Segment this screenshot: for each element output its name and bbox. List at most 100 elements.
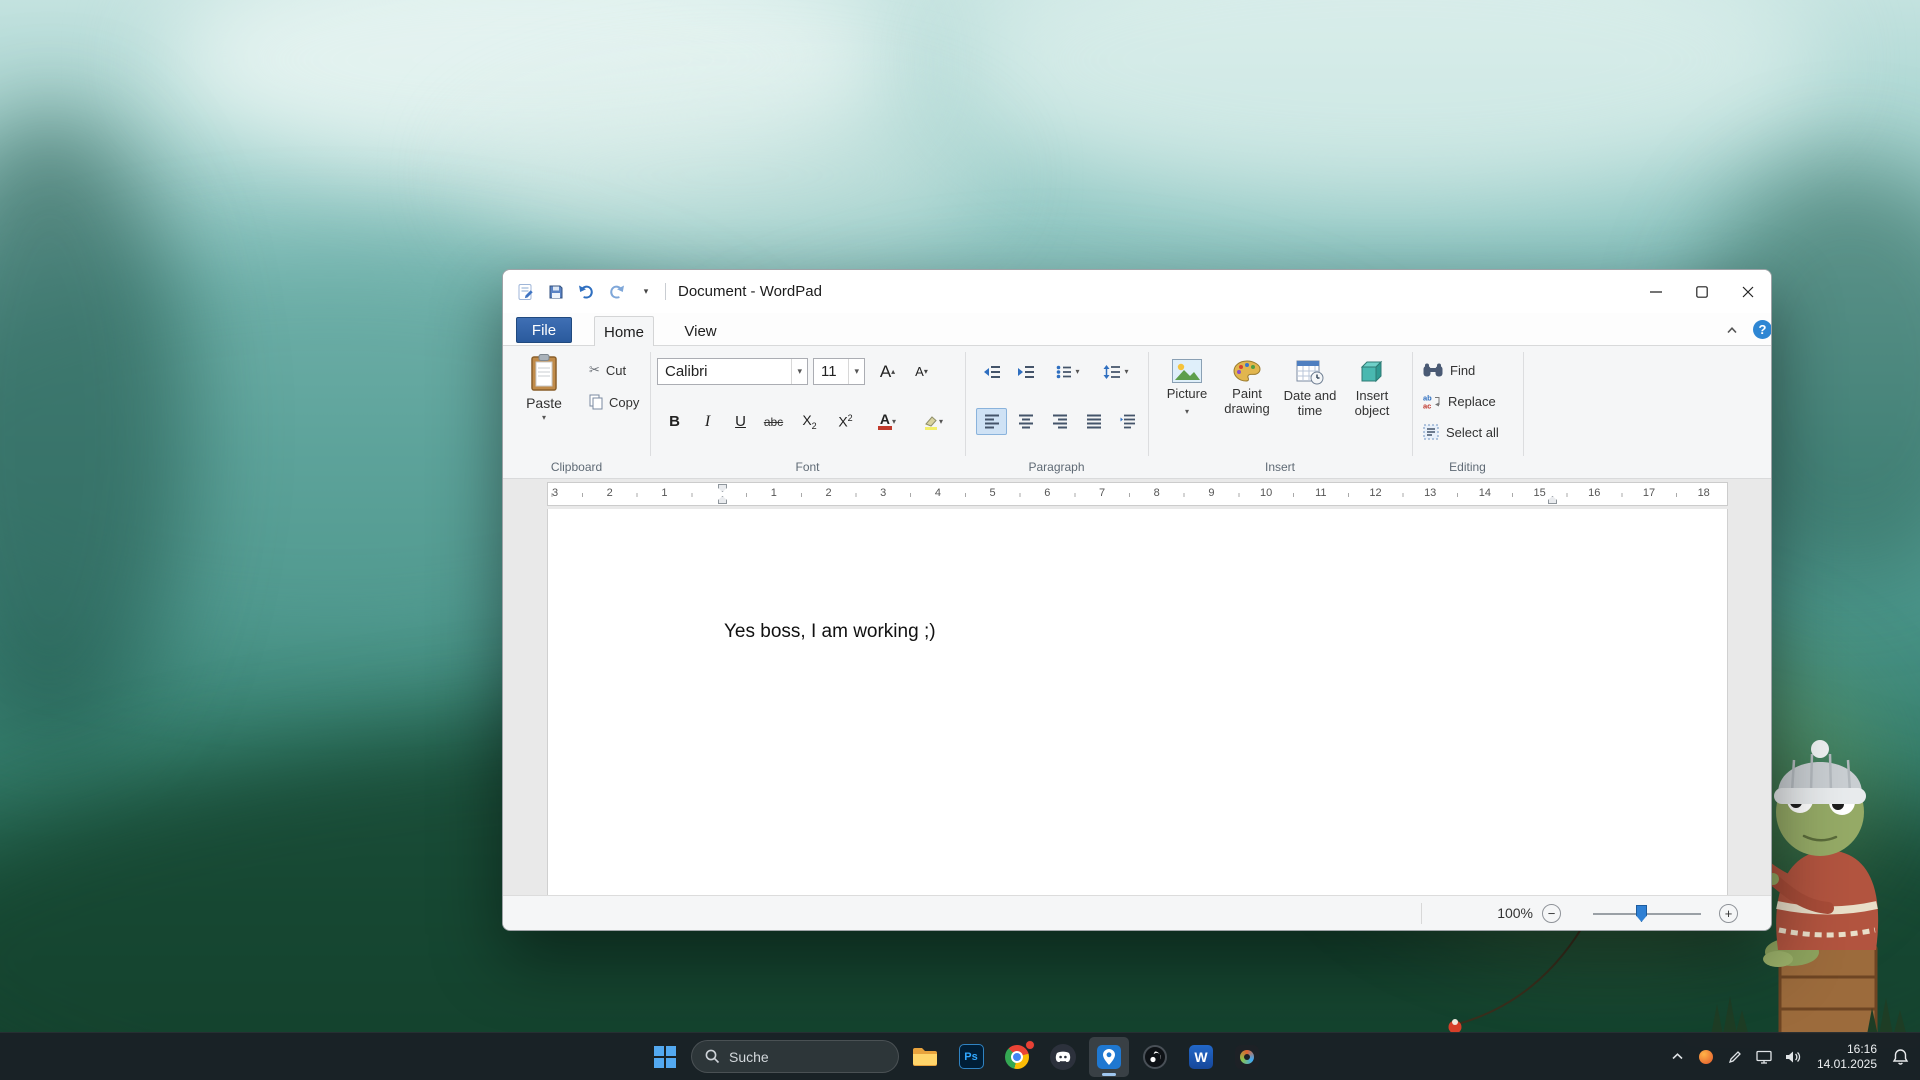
first-line-indent-marker[interactable] <box>718 484 727 492</box>
strikethrough-button[interactable]: abc <box>758 408 789 435</box>
paragraph-dialog-button[interactable] <box>1112 408 1143 435</box>
titlebar[interactable]: ▾ Document - WordPad <box>503 270 1771 313</box>
chevron-up-icon <box>1727 327 1737 334</box>
tray-app-icon[interactable] <box>1693 1037 1720 1077</box>
insert-object-button[interactable]: Insert object <box>1344 352 1400 466</box>
ruler-number: 2 <box>825 487 831 499</box>
paint-palette-icon <box>1233 359 1261 383</box>
taskbar-app-obs[interactable] <box>1135 1037 1175 1077</box>
zoom-slider-handle[interactable] <box>1636 905 1647 922</box>
paste-button[interactable]: Paste ▾ <box>519 352 569 462</box>
taskbar-search[interactable]: Suche <box>691 1040 899 1073</box>
ruler-number: 8 <box>1154 487 1160 499</box>
ruler-number: 17 <box>1643 487 1655 499</box>
group-label-clipboard: Clipboard <box>503 460 650 474</box>
cloud-shape <box>960 0 1820 200</box>
zoom-slider[interactable] <box>1593 904 1701 923</box>
customize-quick-access-button[interactable]: ▾ <box>635 279 657 305</box>
grow-font-button[interactable]: A▴ <box>872 358 903 385</box>
ruler-number: 3 <box>552 487 558 499</box>
underline-button[interactable]: U <box>725 408 756 435</box>
decrease-indent-button[interactable] <box>976 358 1007 385</box>
align-right-button[interactable] <box>1044 408 1075 435</box>
minimize-button[interactable] <box>1633 270 1679 313</box>
map-pin-icon <box>1097 1045 1121 1069</box>
justify-button[interactable] <box>1078 408 1109 435</box>
tab-file[interactable]: File <box>516 317 572 343</box>
redo-button[interactable] <box>605 279 627 305</box>
bold-button[interactable]: B <box>659 408 690 435</box>
caret-down-icon: ▾ <box>924 367 928 376</box>
caret-down-icon: ▾ <box>1075 367 1079 376</box>
subscript-button[interactable]: X2 <box>794 408 825 435</box>
svg-text:ac: ac <box>1423 401 1431 409</box>
taskbar-app-game[interactable] <box>1227 1037 1267 1077</box>
pen-icon <box>1728 1050 1742 1064</box>
cut-button[interactable]: ✂ Cut <box>589 358 626 382</box>
taskbar-app-active-pin[interactable] <box>1089 1037 1129 1077</box>
align-left-button[interactable] <box>976 408 1007 435</box>
line-spacing-icon <box>1103 365 1121 379</box>
italic-button[interactable]: I <box>692 408 723 435</box>
zoom-in-button[interactable]: + <box>1719 904 1738 923</box>
ruler-number: 9 <box>1208 487 1214 499</box>
help-button[interactable]: ? <box>1753 320 1772 339</box>
date-and-time-button[interactable]: Date and time <box>1279 352 1341 466</box>
start-button[interactable] <box>645 1037 685 1077</box>
caret-down-icon: ▾ <box>542 413 546 422</box>
obs-icon <box>1143 1045 1167 1069</box>
line-spacing-button[interactable]: ▾ <box>1095 358 1137 385</box>
font-size-select[interactable]: 11 ▾ <box>813 358 865 385</box>
caret-down-icon: ▾ <box>939 417 943 426</box>
font-color-button[interactable]: A ▾ <box>866 408 908 435</box>
ruler-ticks <box>548 493 1727 497</box>
group-label-font: Font <box>650 460 965 474</box>
document-text[interactable]: Yes boss, I am working ;) <box>724 621 936 643</box>
taskbar-app-discord[interactable] <box>1043 1037 1083 1077</box>
hanging-indent-marker[interactable] <box>718 496 727 504</box>
ruler-number: 10 <box>1260 487 1272 499</box>
save-button[interactable] <box>545 279 567 305</box>
document-page[interactable]: Yes boss, I am working ;) <box>547 509 1728 897</box>
highlight-color-button[interactable]: ▾ <box>912 408 954 435</box>
font-family-select[interactable]: Calibri ▾ <box>657 358 808 385</box>
tab-home[interactable]: Home <box>594 316 654 347</box>
close-button[interactable] <box>1725 270 1771 313</box>
ruler-number: 15 <box>1533 487 1545 499</box>
shrink-font-button[interactable]: A▾ <box>906 358 937 385</box>
bullets-button[interactable]: ▾ <box>1046 358 1090 385</box>
maximize-button[interactable] <box>1679 270 1725 313</box>
taskbar-app-photoshop[interactable]: Ps <box>951 1037 991 1077</box>
paint-drawing-button[interactable]: Paint drawing <box>1218 352 1276 466</box>
right-indent-marker[interactable] <box>1548 496 1557 504</box>
insert-picture-button[interactable]: Picture ▾ <box>1160 352 1214 466</box>
taskbar-app-chrome[interactable] <box>997 1037 1037 1077</box>
caret-down-icon: ▾ <box>644 286 649 297</box>
align-center-button[interactable] <box>1010 408 1041 435</box>
replace-button[interactable]: ab ac Replace <box>1423 390 1496 412</box>
tray-colored-dot-icon <box>1699 1050 1713 1064</box>
notification-bell-button[interactable] <box>1887 1037 1914 1077</box>
bullet-list-icon <box>1056 365 1072 379</box>
taskbar-clock[interactable]: 16:16 14.01.2025 <box>1809 1042 1885 1072</box>
taskbar-app-word[interactable]: W <box>1181 1037 1221 1077</box>
minimize-icon <box>1650 286 1662 298</box>
tab-view[interactable]: View <box>673 316 728 347</box>
window-controls <box>1633 270 1771 313</box>
undo-button[interactable] <box>575 279 597 305</box>
document-area: Yes boss, I am working ;) <box>503 509 1771 897</box>
tray-pen-icon-button[interactable] <box>1722 1037 1749 1077</box>
increase-indent-button[interactable] <box>1010 358 1041 385</box>
decrease-indent-icon <box>983 365 1001 379</box>
find-button[interactable]: Find <box>1423 359 1475 381</box>
tray-display-button[interactable] <box>1751 1037 1778 1077</box>
select-all-button[interactable]: Select all <box>1423 421 1499 443</box>
copy-button[interactable]: Copy <box>589 390 639 414</box>
taskbar-app-explorer[interactable] <box>905 1037 945 1077</box>
tray-show-hidden-icons[interactable] <box>1664 1037 1691 1077</box>
zoom-out-button[interactable]: − <box>1542 904 1561 923</box>
tray-volume-button[interactable] <box>1780 1037 1807 1077</box>
taskbar-center: Suche Ps <box>645 1033 1267 1080</box>
superscript-button[interactable]: X2 <box>830 408 861 435</box>
ribbon-collapse-button[interactable] <box>1721 322 1743 338</box>
